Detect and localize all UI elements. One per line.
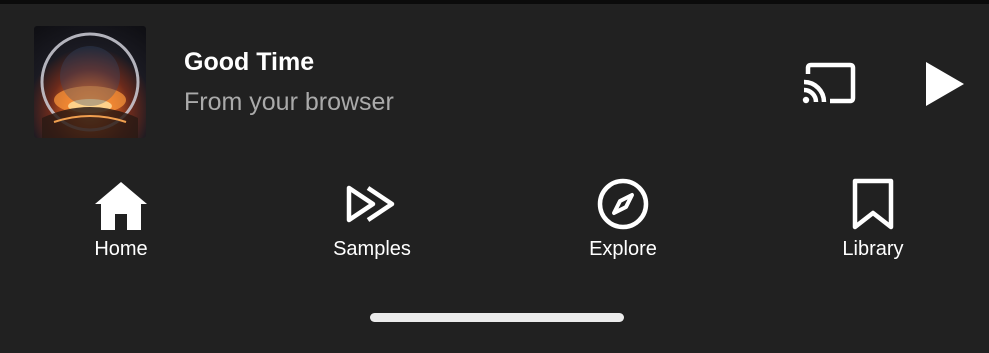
bottom-navigation: Home Samples Explore Library — [0, 170, 989, 270]
track-title[interactable]: Good Time — [184, 48, 314, 77]
cast-icon — [802, 62, 856, 104]
nav-home-label: Home — [94, 238, 148, 260]
track-subtitle: From your browser — [184, 88, 394, 116]
compass-icon — [597, 178, 649, 230]
nav-samples-label: Samples — [333, 238, 411, 260]
nav-library-label: Library — [842, 238, 904, 260]
play-button[interactable] — [918, 58, 970, 110]
nav-samples[interactable]: Samples — [282, 170, 462, 270]
nav-home[interactable]: Home — [31, 170, 211, 270]
mini-player[interactable]: Good Time From your browser — [0, 4, 989, 160]
nav-explore[interactable]: Explore — [533, 170, 713, 270]
bookmark-icon — [852, 178, 894, 230]
cast-button[interactable] — [800, 60, 858, 106]
home-indicator-bar[interactable] — [370, 313, 624, 322]
album-art-image — [40, 32, 140, 138]
home-icon — [95, 182, 147, 230]
nav-explore-label: Explore — [589, 238, 657, 260]
samples-icon — [346, 185, 395, 223]
play-icon — [926, 62, 964, 106]
album-art[interactable] — [34, 26, 146, 138]
nav-library[interactable]: Library — [783, 170, 963, 270]
